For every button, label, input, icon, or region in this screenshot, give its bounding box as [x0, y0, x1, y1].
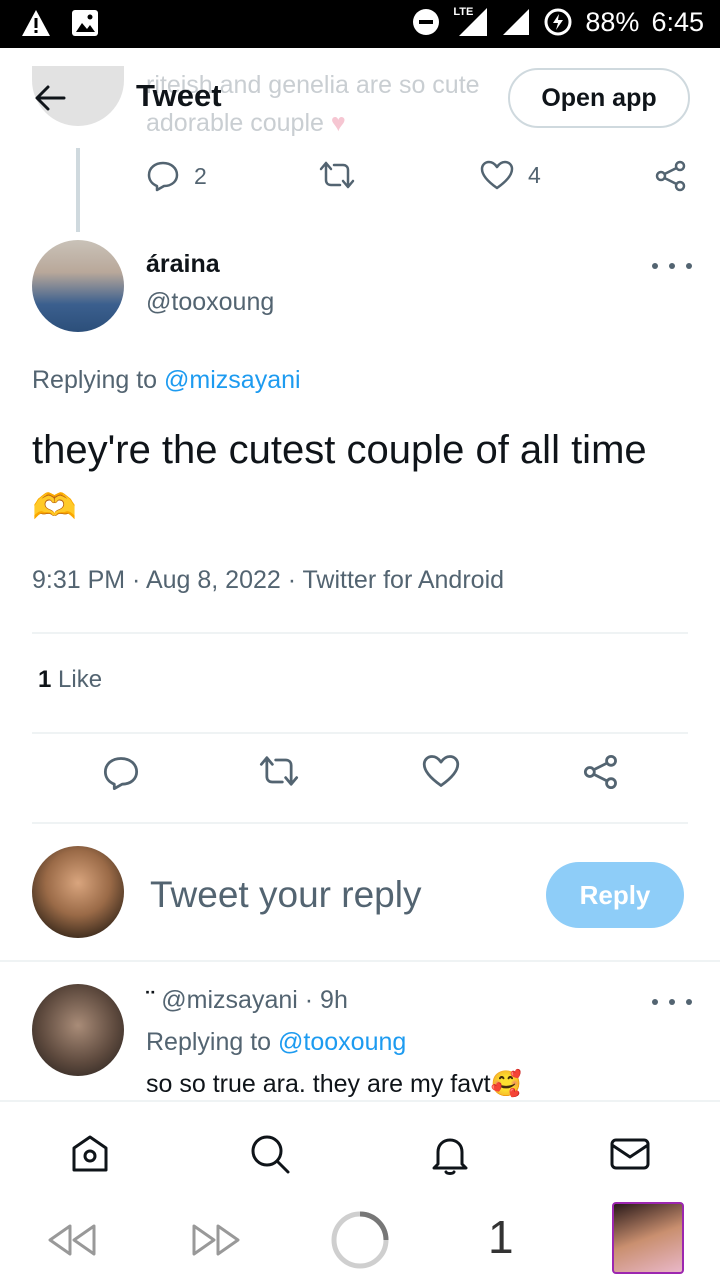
parent-tweet-actions: 2 4	[146, 160, 706, 200]
divider	[32, 732, 688, 734]
home-icon	[72, 1135, 108, 1172]
share-icon	[655, 160, 686, 192]
replying-to-link[interactable]: @tooxoung	[278, 1028, 406, 1056]
loading-icon	[331, 1211, 389, 1269]
author-avatar[interactable]	[32, 240, 124, 332]
bell-icon	[432, 1138, 468, 1175]
status-bar: LTE 88% 6:45	[0, 0, 720, 48]
parent-retweet-button[interactable]	[318, 160, 356, 190]
battery-saver-icon	[543, 7, 573, 37]
tab-preview-thumbnail[interactable]	[612, 1202, 684, 1274]
warning-icon	[20, 8, 52, 38]
network-type: LTE	[453, 6, 474, 18]
replying-to-line: Replying to @mizsayani	[32, 366, 301, 395]
more-dot	[652, 999, 658, 1005]
likes-summary[interactable]: 1 Like	[38, 666, 102, 694]
retweet-icon	[259, 756, 299, 786]
more-dot	[686, 999, 692, 1005]
nav-messages-button[interactable]	[606, 1130, 654, 1178]
browser-back-button[interactable]	[44, 1220, 100, 1260]
fast-forward-icon	[192, 1224, 240, 1256]
clock: 6:45	[651, 6, 704, 37]
heart-icon	[422, 755, 460, 787]
search-icon	[251, 1135, 290, 1174]
reply-author-line: ¨ @mizsayani · 9h	[146, 986, 348, 1015]
more-dot	[669, 999, 675, 1005]
tab-count-button[interactable]: 1	[488, 1210, 514, 1264]
reply-author-avatar[interactable]	[32, 984, 124, 1076]
nav-search-button[interactable]	[246, 1130, 294, 1178]
retweet-icon	[319, 161, 355, 189]
back-button[interactable]	[30, 78, 70, 118]
more-dot	[686, 263, 692, 269]
open-app-button[interactable]: Open app	[508, 68, 690, 128]
reply-time: · 9h	[304, 986, 348, 1014]
do-not-disturb-icon	[411, 7, 441, 37]
more-dot	[669, 263, 675, 269]
reply-author-handle[interactable]: @mizsayani	[161, 986, 298, 1014]
nav-notifications-button[interactable]	[426, 1130, 474, 1178]
replying-prefix: Replying to	[146, 1028, 272, 1056]
reply-submit-button[interactable]: Reply	[546, 862, 684, 928]
reply-input[interactable]: Tweet your reply	[150, 874, 421, 916]
replying-to-link[interactable]: @mizsayani	[164, 366, 301, 394]
battery-level: 88%	[585, 6, 640, 37]
browser-forward-button[interactable]	[188, 1220, 244, 1260]
reply-button[interactable]	[102, 754, 140, 792]
parent-like-count: 4	[528, 161, 541, 188]
browser-reload-button[interactable]	[330, 1210, 390, 1270]
page-title: Tweet	[136, 78, 222, 113]
divider	[0, 960, 720, 962]
reply-tweet-text: so so true ara. they are my favt🥰	[146, 1070, 522, 1099]
replying-prefix: Replying to	[32, 366, 158, 394]
reply-more-menu[interactable]	[652, 992, 692, 1012]
lte-signal-icon: LTE	[453, 6, 489, 38]
mail-icon	[610, 1138, 650, 1170]
signal-icon	[501, 7, 531, 37]
parent-share-button[interactable]	[654, 160, 688, 192]
reply-text: so so true ara. they are my favt	[146, 1070, 491, 1098]
parent-like-button[interactable]: 4	[480, 160, 541, 190]
divider	[32, 822, 688, 824]
parent-reply-button[interactable]: 2	[146, 160, 207, 192]
likes-label: Like	[58, 666, 103, 693]
nav-home-button[interactable]	[66, 1130, 114, 1178]
system-navigation: 1	[0, 1200, 720, 1280]
parent-reply-count: 2	[194, 162, 207, 189]
reply-icon	[147, 161, 179, 192]
more-dot	[652, 263, 658, 269]
share-icon	[583, 754, 617, 790]
reply-icon	[103, 757, 139, 791]
smiling-hearts-emoji: 🥰	[490, 1070, 522, 1098]
tweet-more-menu[interactable]	[652, 256, 692, 276]
likes-count: 1	[38, 666, 52, 693]
author-handle[interactable]: @tooxoung	[146, 288, 274, 317]
reply-author-name[interactable]: ¨	[146, 986, 154, 1014]
divider	[32, 632, 688, 634]
thread-connector	[76, 148, 80, 232]
rewind-icon	[48, 1224, 96, 1256]
image-icon	[70, 8, 100, 38]
tweet-text: they're the cutest couple of all time	[32, 428, 647, 472]
author-display-name[interactable]: áraina	[146, 250, 220, 279]
tweet-timestamp: 9:31 PM · Aug 8, 2022 · Twitter for Andr…	[32, 566, 505, 594]
heart-hands-emoji: 🫶	[32, 486, 77, 527]
current-user-avatar[interactable]	[32, 846, 124, 938]
heart-icon	[480, 160, 514, 190]
tweet-actions	[32, 754, 688, 802]
bottom-navigation	[0, 1100, 720, 1200]
like-button[interactable]	[422, 754, 460, 788]
retweet-button[interactable]	[258, 754, 300, 788]
share-button[interactable]	[582, 754, 620, 790]
arrow-left-icon	[35, 85, 66, 111]
reply-replying-to-line: Replying to @tooxoung	[146, 1028, 406, 1057]
tweet-body: they're the cutest couple of all time 🫶	[32, 422, 692, 535]
tweet-header: riteish and genelia are so cute adorable…	[0, 48, 720, 148]
